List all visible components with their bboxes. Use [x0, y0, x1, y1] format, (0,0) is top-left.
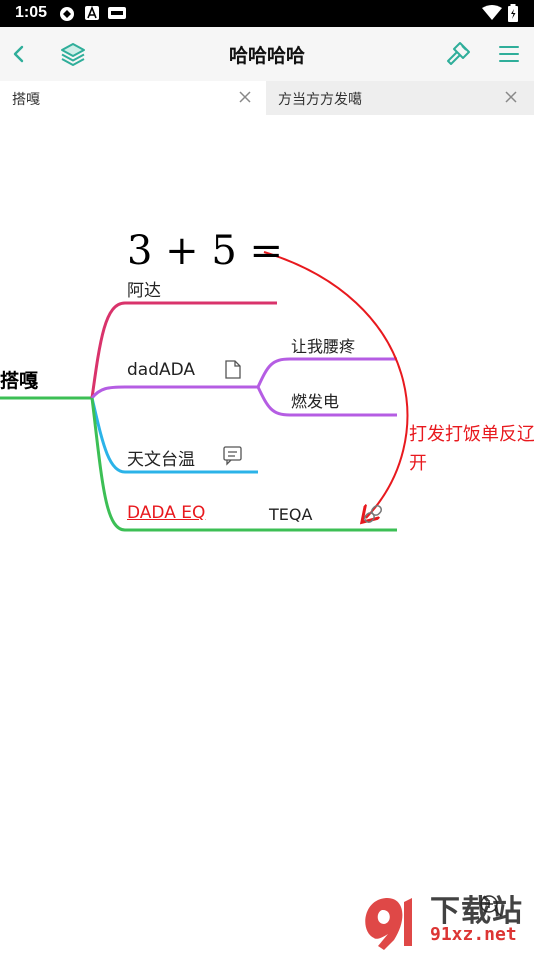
tab-bar: 搭嘎 方当方方发噶	[0, 81, 534, 115]
comment-icon[interactable]	[223, 446, 242, 466]
sub-node-1[interactable]: 让我腰疼	[291, 333, 355, 357]
wifi-icon	[482, 5, 502, 20]
tab-active[interactable]: 搭嘎	[0, 81, 266, 115]
relationship-arrow	[263, 251, 409, 518]
root-node[interactable]: 搭嘎	[0, 366, 38, 393]
branch-connector-1	[90, 301, 277, 399]
accessibility-icon	[85, 5, 99, 20]
app-bar: 哈哈哈哈	[0, 27, 534, 81]
sub-node-3[interactable]: TEQA	[269, 505, 312, 524]
watermark-domain: 91xz.net	[430, 924, 517, 945]
branch-node-3[interactable]: 天文台温	[127, 445, 195, 470]
relationship-label[interactable]: 打发打饭单反辽开	[409, 420, 534, 478]
link-icon[interactable]	[363, 504, 383, 524]
branch-node-2[interactable]: dadADA	[127, 360, 195, 380]
app-icon	[60, 7, 74, 21]
sub-connector-1	[256, 357, 397, 388]
status-bar: 1:05	[0, 0, 534, 27]
notification-icon	[108, 7, 126, 19]
branch-node-1[interactable]: 阿达	[127, 276, 161, 301]
watermark-logo: 下载站 91xz.net	[360, 888, 534, 950]
brush-icon[interactable]	[443, 39, 473, 69]
close-icon[interactable]	[502, 88, 520, 106]
tab-label: 搭嘎	[12, 92, 40, 108]
tab-inactive[interactable]: 方当方方发噶	[266, 81, 534, 115]
tab-label: 方当方方发噶	[278, 92, 362, 108]
branch-connector-2	[90, 385, 258, 399]
branch-node-4[interactable]: DADA EQ	[127, 503, 205, 523]
status-time: 1:05	[15, 4, 48, 21]
note-icon[interactable]	[225, 360, 241, 379]
menu-icon[interactable]	[494, 39, 524, 69]
close-icon[interactable]	[236, 88, 254, 106]
sub-node-2[interactable]: 燃发电	[291, 388, 339, 412]
battery-icon	[508, 4, 518, 22]
formula-node[interactable]: 3 + 5 =	[127, 228, 283, 274]
